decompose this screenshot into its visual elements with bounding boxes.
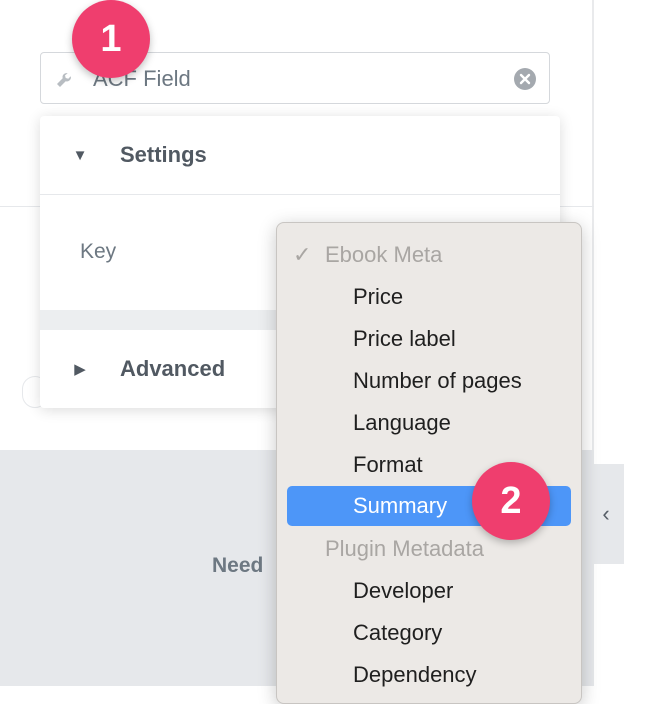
need-help-text: Need (212, 554, 264, 577)
caret-down-icon: ▼ (72, 146, 88, 164)
step-badge-2: 2 (472, 462, 550, 540)
collapse-panel-button[interactable]: ‹ (588, 464, 624, 564)
step-badge-1: 1 (72, 0, 150, 78)
option-price[interactable]: Price (287, 279, 571, 315)
clear-circle-icon[interactable] (513, 67, 537, 91)
popover-divider (40, 194, 560, 195)
chevron-left-icon: ‹ (602, 501, 610, 526)
option-developer[interactable]: Developer (287, 573, 571, 609)
wrench-icon (57, 73, 71, 87)
panel-edge (592, 0, 594, 450)
optgroup-label: Ebook Meta (325, 242, 443, 267)
optgroup-plugin-metadata: Plugin Metadata (325, 536, 484, 561)
option-dependency[interactable]: Dependency (287, 657, 571, 693)
settings-section-header[interactable]: ▼ Settings (40, 116, 560, 194)
checkmark-icon: ✓ (293, 242, 312, 267)
option-category[interactable]: Category (287, 615, 571, 651)
settings-section-title: Settings (120, 142, 207, 167)
optgroup-ebook-meta: ✓ Ebook Meta (287, 237, 571, 273)
option-price-label[interactable]: Price label (287, 321, 571, 357)
advanced-section-title: Advanced (120, 356, 226, 381)
option-language[interactable]: Language (287, 405, 571, 441)
key-select-dropdown[interactable]: ✓ Ebook Meta Price Price label Number of… (276, 222, 582, 704)
caret-right-icon: ▶ (74, 361, 86, 378)
key-label: Key (80, 240, 117, 263)
option-number-of-pages[interactable]: Number of pages (287, 363, 571, 399)
